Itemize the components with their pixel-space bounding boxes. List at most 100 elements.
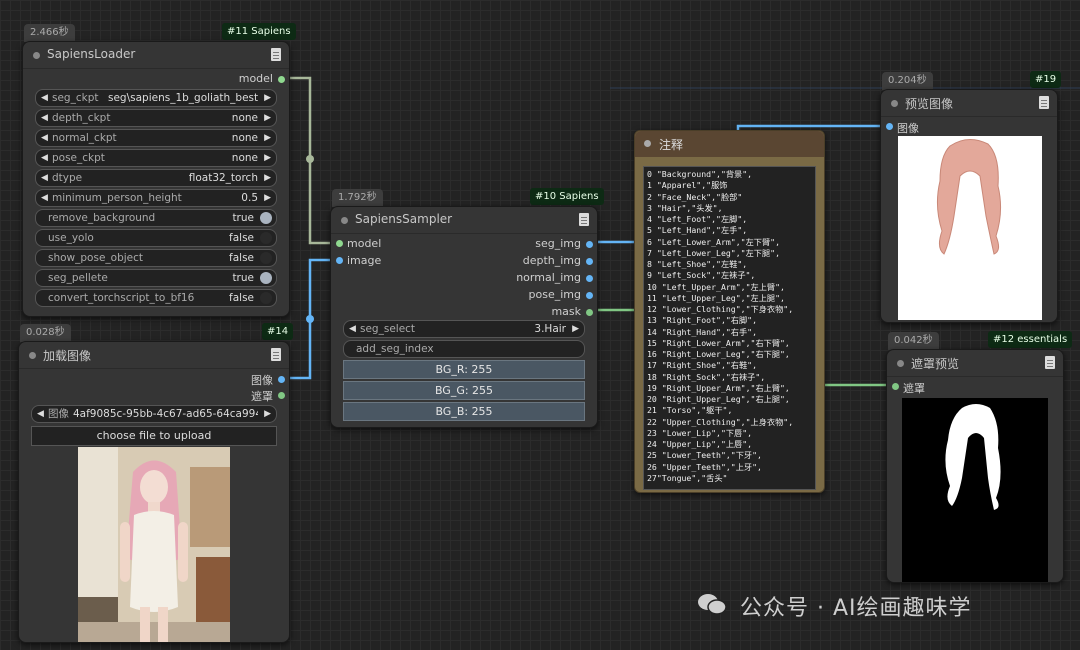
sampler-title-bar[interactable]: SapiensSampler: [331, 207, 597, 234]
show-pose-object-toggle[interactable]: show_pose_object false: [35, 249, 277, 267]
arrow-right-icon[interactable]: ▶: [264, 406, 271, 422]
image-input-port[interactable]: [886, 123, 893, 130]
collapse-dot-icon[interactable]: [891, 100, 898, 107]
depth-ckpt-value: none: [231, 112, 258, 124]
show-pose-object-label: show_pose_object: [48, 252, 144, 264]
collapse-dot-icon[interactable]: [897, 360, 904, 367]
mask-preview-node[interactable]: 遮罩预览 遮罩: [886, 349, 1064, 583]
toggle-knob-icon[interactable]: [260, 292, 272, 304]
depth-img-output-port[interactable]: [586, 258, 593, 265]
sapiens-loader-node[interactable]: SapiensLoader model ◀ seg_ckpt seg\sapie…: [22, 41, 290, 317]
normal-ckpt-combo[interactable]: ◀ normal_ckpt none ▶: [35, 129, 277, 147]
seg-img-output-port[interactable]: [586, 241, 593, 248]
loader-title: SapiensLoader: [47, 47, 136, 61]
pose-ckpt-combo[interactable]: ◀ pose_ckpt none ▶: [35, 149, 277, 167]
arrow-left-icon[interactable]: ◀: [41, 190, 48, 206]
model-input-port[interactable]: [336, 240, 343, 247]
image-file-value: 4af9085c-95bb-4c67-ad65-64ca994...: [73, 408, 258, 420]
arrow-right-icon[interactable]: ▶: [264, 90, 271, 106]
arrow-right-icon[interactable]: ▶: [264, 110, 271, 126]
mask-output-port[interactable]: [278, 392, 285, 399]
arrow-left-icon[interactable]: ◀: [41, 90, 48, 106]
arrow-left-icon[interactable]: ◀: [41, 110, 48, 126]
image-output-port[interactable]: [278, 376, 285, 383]
use-yolo-toggle[interactable]: use_yolo false: [35, 229, 277, 247]
wechat-icon: [697, 592, 727, 616]
seg-pellete-label: seg_pellete: [48, 272, 108, 284]
arrow-left-icon[interactable]: ◀: [41, 130, 48, 146]
arrow-left-icon[interactable]: ◀: [349, 321, 356, 337]
depth-ckpt-combo[interactable]: ◀ depth_ckpt none ▶: [35, 109, 277, 127]
loaded-photo-image: [78, 447, 230, 642]
image-input-port[interactable]: [336, 257, 343, 264]
document-icon[interactable]: [579, 213, 589, 226]
document-icon[interactable]: [271, 348, 281, 361]
min-person-height-value: 0.5: [241, 192, 258, 204]
toggle-knob-icon[interactable]: [260, 232, 272, 244]
preview-timing: 0.204秒: [882, 72, 933, 90]
hair-segment-preview-image: [898, 136, 1042, 320]
mask-preview-badge: #12 essentials: [988, 331, 1073, 348]
mask-output-port[interactable]: [586, 309, 593, 316]
normal-img-output-port[interactable]: [586, 275, 593, 282]
sampler-badge: #10 Sapiens: [530, 188, 604, 205]
seg-ckpt-combo[interactable]: ◀ seg_ckpt seg\sapiens_1b_goliath_best..…: [35, 89, 277, 107]
sampler-input-image: image: [347, 254, 382, 267]
bg-g-button[interactable]: BG_G: 255: [343, 381, 585, 400]
convert-torchscript-value: false: [229, 292, 254, 304]
dtype-label: dtype: [52, 172, 83, 184]
image-file-label: 图像: [48, 408, 69, 420]
min-person-height-number[interactable]: ◀ minimum_person_height 0.5 ▶: [35, 189, 277, 207]
arrow-right-icon[interactable]: ▶: [264, 130, 271, 146]
seg-pellete-value: true: [232, 272, 254, 284]
seg-pellete-toggle[interactable]: seg_pellete true: [35, 269, 277, 287]
mask-preview-title-bar[interactable]: 遮罩预览: [887, 350, 1063, 377]
load-image-timing: 0.028秒: [20, 324, 71, 342]
seg-select-combo[interactable]: ◀ seg_select 3.Hair ▶: [343, 320, 585, 338]
mask-input-port[interactable]: [892, 383, 899, 390]
collapse-dot-icon[interactable]: [29, 352, 36, 359]
loader-title-bar[interactable]: SapiensLoader: [23, 42, 289, 69]
loader-timing: 2.466秒: [24, 24, 75, 42]
load-image-title-bar[interactable]: 加载图像: [19, 342, 289, 369]
image-file-combo[interactable]: ◀ 图像 4af9085c-95bb-4c67-ad65-64ca994... …: [31, 405, 277, 423]
toggle-knob-icon[interactable]: [260, 212, 272, 224]
arrow-right-icon[interactable]: ▶: [264, 190, 271, 206]
mask-preview-input-mask: 遮罩: [903, 382, 925, 395]
min-person-height-label: minimum_person_height: [52, 192, 182, 204]
arrow-right-icon[interactable]: ▶: [572, 321, 579, 337]
choose-file-button[interactable]: choose file to upload: [31, 426, 277, 446]
remove-background-toggle[interactable]: remove_background true: [35, 209, 277, 227]
pose-img-output-port[interactable]: [586, 292, 593, 299]
collapse-dot-icon[interactable]: [341, 217, 348, 224]
document-icon[interactable]: [1045, 356, 1055, 369]
add-seg-index-label: add_seg_index: [356, 343, 434, 355]
collapse-dot-icon[interactable]: [33, 52, 40, 59]
bg-b-button[interactable]: BG_B: 255: [343, 402, 585, 421]
collapse-dot-icon[interactable]: [644, 140, 651, 147]
arrow-left-icon[interactable]: ◀: [41, 170, 48, 186]
document-icon[interactable]: [1039, 96, 1049, 109]
preview-title-bar[interactable]: 预览图像: [881, 90, 1057, 117]
note-node[interactable]: 注释 0 "Background","背景", 1 "Apparel","服饰 …: [634, 130, 825, 493]
bg-r-button[interactable]: BG_R: 255: [343, 360, 585, 379]
arrow-left-icon[interactable]: ◀: [41, 150, 48, 166]
arrow-left-icon[interactable]: ◀: [37, 406, 44, 422]
add-seg-index-input[interactable]: add_seg_index: [343, 340, 585, 358]
toggle-knob-icon[interactable]: [260, 252, 272, 264]
sapiens-sampler-node[interactable]: SapiensSampler model image seg_img depth…: [330, 206, 598, 428]
arrow-right-icon[interactable]: ▶: [264, 150, 271, 166]
document-icon[interactable]: [271, 48, 281, 61]
note-textarea[interactable]: 0 "Background","背景", 1 "Apparel","服饰 2 "…: [643, 166, 816, 490]
load-image-node[interactable]: 加载图像 图像 遮罩 ◀ 图像 4af9085c-95bb-4c67-ad65-…: [18, 341, 290, 643]
seg-ckpt-value: seg\sapiens_1b_goliath_best...: [108, 92, 258, 104]
note-title-bar[interactable]: 注释: [635, 131, 824, 157]
model-output-port[interactable]: [278, 76, 285, 83]
preview-image-node[interactable]: 预览图像 图像: [880, 89, 1058, 323]
note-title: 注释: [659, 138, 684, 152]
mask-preview-timing: 0.042秒: [888, 332, 939, 350]
arrow-right-icon[interactable]: ▶: [264, 170, 271, 186]
toggle-knob-icon[interactable]: [260, 272, 272, 284]
dtype-combo[interactable]: ◀ dtype float32_torch ▶: [35, 169, 277, 187]
convert-torchscript-toggle[interactable]: convert_torchscript_to_bf16 false: [35, 289, 277, 307]
